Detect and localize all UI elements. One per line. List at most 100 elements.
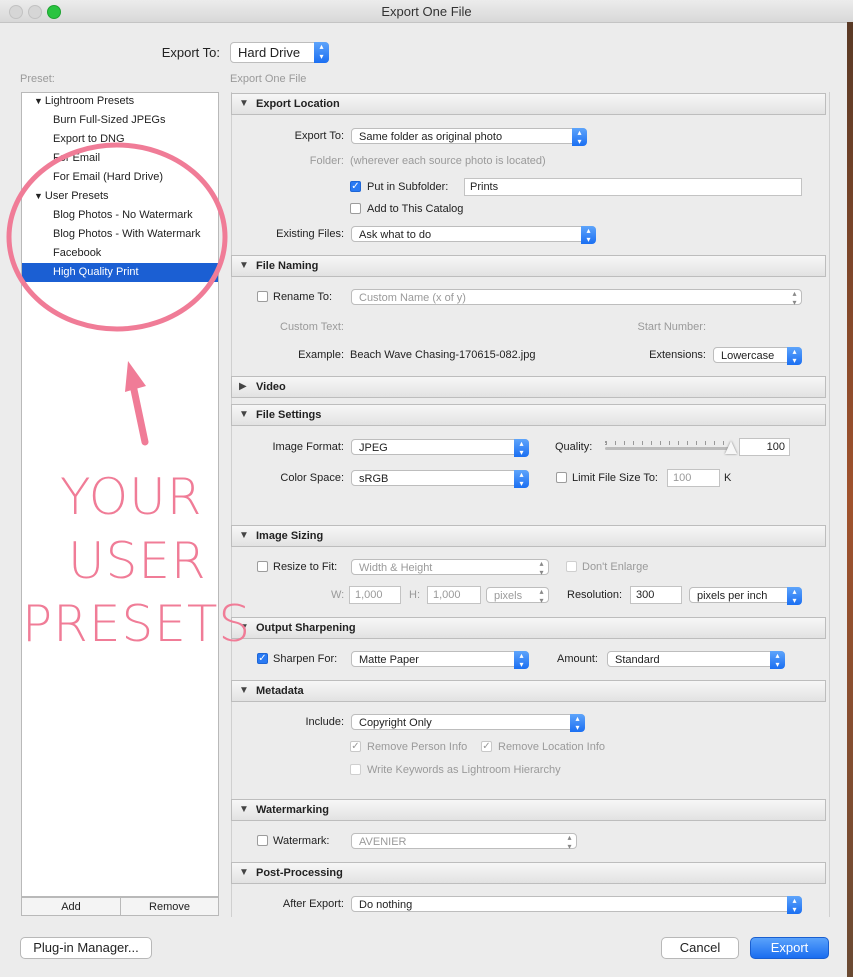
- rename-label: Rename To:: [273, 291, 333, 303]
- window-title: Export One File: [381, 4, 472, 19]
- existing-files-dropdown[interactable]: Ask what to do ▴ ▾: [351, 226, 596, 244]
- resolution-unit-dropdown[interactable]: pixels per inch ▴ ▾: [689, 587, 802, 605]
- section-export-location[interactable]: ▼ Export Location: [231, 93, 826, 115]
- chevron-updown-icon: ▴ ▾: [514, 470, 529, 488]
- export-to-label: Export To:: [161, 45, 220, 60]
- folder-value: (wherever each source photo is located): [350, 155, 546, 167]
- cancel-button[interactable]: Cancel: [661, 937, 739, 959]
- color-space-label: Color Space:: [280, 472, 344, 484]
- chevron-updown-icon: ▴ ▾: [572, 128, 587, 146]
- section-file-settings[interactable]: ▼ File Settings: [231, 404, 826, 426]
- watermark-checkbox[interactable]: [257, 835, 268, 846]
- chevron-updown-icon: ▴ ▾: [539, 587, 544, 605]
- quality-slider-thumb[interactable]: [725, 441, 737, 454]
- dont-enlarge-label: Don't Enlarge: [582, 561, 649, 573]
- remove-location-info-checkbox[interactable]: ✓: [481, 741, 492, 752]
- chevron-updown-icon: ▴ ▾: [514, 439, 529, 457]
- limit-file-size-checkbox[interactable]: [556, 472, 567, 483]
- amount-dropdown[interactable]: Standard ▴ ▾: [607, 651, 785, 669]
- rename-dropdown[interactable]: Custom Name (x of y) ▴ ▾: [351, 289, 802, 307]
- plugin-manager-button[interactable]: Plug-in Manager...: [20, 937, 152, 959]
- chevron-updown-icon: ▴ ▾: [314, 42, 329, 63]
- resize-label: Resize to Fit:: [273, 561, 338, 573]
- quality-input[interactable]: 100: [739, 438, 790, 456]
- dont-enlarge-checkbox[interactable]: [566, 561, 577, 572]
- start-number-label: Start Number:: [637, 321, 706, 333]
- export-to-value: Hard Drive: [238, 45, 301, 60]
- annotation-line-3: PRESETS: [22, 595, 252, 653]
- sharpen-dropdown[interactable]: Matte Paper ▴ ▾: [351, 651, 529, 669]
- section-image-sizing[interactable]: ▼ Image Sizing: [231, 525, 826, 547]
- add-preset-button[interactable]: Add: [21, 897, 121, 916]
- resolution-label: Resolution:: [567, 589, 623, 601]
- quality-slider-track[interactable]: [605, 447, 731, 450]
- write-keywords-checkbox[interactable]: [350, 764, 361, 775]
- amount-label: Amount:: [557, 653, 598, 665]
- annotation-line-1: YOUR: [60, 468, 203, 526]
- section-video[interactable]: ▶ Video: [231, 376, 826, 398]
- limit-file-size-unit: K: [724, 472, 732, 484]
- section-watermarking[interactable]: ▼ Watermarking: [231, 799, 826, 821]
- section-post-processing[interactable]: ▼ Post-Processing: [231, 862, 826, 884]
- size-unit-dropdown[interactable]: pixels ▴ ▾: [486, 587, 549, 605]
- remove-preset-button[interactable]: Remove: [120, 897, 219, 916]
- preset-header: Preset:: [20, 73, 55, 85]
- section-metadata[interactable]: ▼ Metadata: [231, 680, 826, 702]
- resize-dropdown[interactable]: Width & Height ▴ ▾: [351, 559, 549, 577]
- quality-ticks: [605, 441, 732, 445]
- height-input[interactable]: 1,000: [427, 586, 481, 604]
- chevron-updown-icon: ▴ ▾: [787, 896, 802, 914]
- chevron-updown-icon: ▴ ▾: [570, 714, 585, 732]
- export-button[interactable]: Export: [750, 937, 829, 959]
- quality-label: Quality:: [555, 441, 593, 453]
- after-export-dropdown[interactable]: Do nothing ▴ ▾: [351, 896, 802, 914]
- export-to-dropdown[interactable]: Hard Drive ▴ ▾: [230, 42, 329, 63]
- watermark-dropdown[interactable]: AVENIER ▴ ▾: [351, 833, 577, 851]
- limit-file-size-label: Limit File Size To:: [572, 472, 658, 484]
- resolution-input[interactable]: 300: [630, 586, 682, 604]
- disclosure-open-icon: ▼: [34, 96, 43, 106]
- resize-checkbox[interactable]: [257, 561, 268, 572]
- extensions-label: Extensions:: [649, 349, 706, 361]
- chevron-updown-icon: ▴ ▾: [787, 587, 802, 605]
- chevron-updown-icon: ▴ ▾: [581, 226, 596, 244]
- section-file-naming[interactable]: ▼ File Naming: [231, 255, 826, 277]
- subfolder-input[interactable]: Prints: [464, 178, 802, 196]
- chevron-updown-icon: ▴ ▾: [567, 833, 572, 851]
- annotation-line-2: USER: [68, 532, 207, 590]
- width-label: W:: [331, 589, 345, 601]
- add-to-catalog-label: Add to This Catalog: [367, 203, 464, 215]
- example-value: Beach Wave Chasing-170615-082.jpg: [350, 349, 536, 361]
- color-space-dropdown[interactable]: sRGB ▴ ▾: [351, 470, 529, 488]
- include-dropdown[interactable]: Copyright Only ▴ ▾: [351, 714, 585, 732]
- height-label: H:: [409, 589, 420, 601]
- disclosure-open-icon: ▼: [239, 685, 249, 696]
- section-output-sharpening[interactable]: ▼ Output Sharpening: [231, 617, 826, 639]
- panel-header: Export One File: [230, 73, 307, 85]
- preset-item[interactable]: Burn Full-Sized JPEGs: [22, 111, 218, 130]
- export-settings-panel: [231, 92, 830, 917]
- extensions-dropdown[interactable]: Lowercase ▴ ▾: [713, 347, 802, 365]
- chevron-updown-icon: ▴ ▾: [770, 651, 785, 669]
- write-keywords-label: Write Keywords as Lightroom Hierarchy: [367, 764, 561, 776]
- remove-location-info-label: Remove Location Info: [498, 741, 606, 753]
- subfolder-label: Put in Subfolder:: [367, 181, 449, 193]
- add-to-catalog-checkbox[interactable]: [350, 203, 361, 214]
- limit-file-size-input[interactable]: 100: [667, 469, 720, 487]
- preset-group-lightroom[interactable]: ▼ Lightroom Presets: [22, 92, 218, 111]
- remove-person-info-checkbox[interactable]: ✓: [350, 741, 361, 752]
- subfolder-checkbox[interactable]: ✓: [350, 181, 361, 192]
- location-export-to-dropdown[interactable]: Same folder as original photo ▴ ▾: [351, 128, 587, 146]
- chevron-updown-icon: ▴ ▾: [787, 347, 802, 365]
- width-input[interactable]: 1,000: [349, 586, 401, 604]
- disclosure-open-icon: ▼: [239, 804, 249, 815]
- annotation-overlay: [6, 142, 228, 446]
- image-format-dropdown[interactable]: JPEG ▴ ▾: [351, 439, 529, 457]
- chevron-updown-icon: ▴ ▾: [792, 289, 797, 307]
- desktop-background: [847, 22, 853, 977]
- disclosure-open-icon: ▼: [239, 98, 249, 109]
- sharpen-checkbox[interactable]: ✓: [257, 653, 268, 664]
- include-label: Include:: [305, 716, 344, 728]
- disclosure-open-icon: ▼: [239, 867, 249, 878]
- annotation-circle: [6, 142, 228, 332]
